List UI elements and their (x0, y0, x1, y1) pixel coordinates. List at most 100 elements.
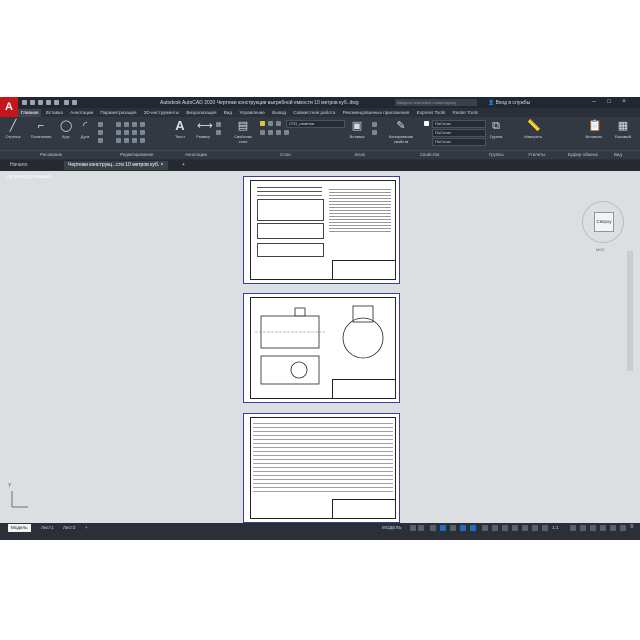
annotation-scale[interactable]: 1:1 (552, 525, 558, 530)
panel-groups-label[interactable]: Группы (489, 152, 504, 157)
panel-view-label[interactable]: Вид (614, 152, 622, 157)
table-icon[interactable] (216, 130, 221, 135)
gizmo-icon[interactable] (542, 525, 548, 531)
layer-match-icon[interactable] (268, 130, 273, 135)
object-snap-icon[interactable] (470, 525, 476, 531)
panel-properties-label[interactable]: Свойства (420, 152, 439, 157)
drawing-sheet-2[interactable] (243, 293, 400, 403)
copy-icon[interactable] (116, 130, 121, 135)
panel-modify-label[interactable]: Редактирование (120, 152, 153, 157)
create-block-icon[interactable] (372, 122, 377, 127)
hardware-acceleration-icon[interactable] (610, 525, 616, 531)
annotation-monitor-icon[interactable] (590, 525, 596, 531)
undo-icon[interactable] (64, 100, 69, 105)
tab-annotate[interactable]: Аннотации (67, 109, 96, 117)
layer-freeze-icon[interactable] (268, 121, 273, 126)
wcs-label[interactable]: МСК (596, 247, 605, 252)
search-input[interactable]: Введите ключевое слово/фразу (395, 99, 477, 106)
start-tab[interactable]: Начало (6, 161, 31, 170)
layer-dropdown[interactable]: СТО_отметки (286, 120, 345, 128)
autocad-logo-icon[interactable]: A (0, 97, 18, 117)
selection-filter-icon[interactable] (532, 525, 538, 531)
array-icon[interactable] (132, 138, 137, 143)
navigation-bar[interactable] (627, 251, 633, 371)
selection-cycling-icon[interactable] (502, 525, 508, 531)
measure-button[interactable]: 📏 Измерить (520, 120, 546, 139)
rectangle-icon[interactable] (98, 122, 103, 127)
model-tab[interactable]: Модель (8, 524, 31, 532)
panel-clipboard-label[interactable]: Буфер обмена (568, 152, 598, 157)
layer-iso-icon[interactable] (260, 130, 265, 135)
3d-osnap-icon[interactable] (512, 525, 518, 531)
text-tool-button[interactable]: A Текст (172, 119, 188, 139)
mirror-icon[interactable] (124, 130, 129, 135)
isodraft-icon[interactable] (450, 525, 456, 531)
tab-view[interactable]: Вид (221, 109, 235, 117)
edit-block-icon[interactable] (372, 130, 377, 135)
layout2-tab[interactable]: Лист2 (60, 524, 79, 532)
tab-home[interactable]: Главная (18, 109, 42, 117)
panel-utilities-label[interactable]: Утилиты (528, 152, 545, 157)
tab-parametric[interactable]: Параметризация (97, 109, 139, 117)
isolate-objects-icon[interactable] (600, 525, 606, 531)
match-properties-button[interactable]: ✎ Копирование свойств (384, 120, 418, 144)
transparency-icon[interactable] (492, 525, 498, 531)
drawing-sheet-1[interactable] (243, 176, 400, 284)
tab-output[interactable]: Вывод (269, 109, 289, 117)
open-file-icon[interactable] (30, 100, 35, 105)
tab-insert[interactable]: Вставка (43, 109, 66, 117)
new-tab-button[interactable]: + (178, 161, 189, 170)
viewcube[interactable]: Сверху (582, 201, 624, 243)
drawing-sheet-3[interactable] (243, 413, 400, 523)
add-layout-button[interactable]: + (82, 524, 91, 532)
layer-previous-icon[interactable] (276, 130, 281, 135)
layer-properties-button[interactable]: ▤ Свойства слоя (232, 120, 254, 144)
annotation-visibility-icon[interactable] (570, 525, 576, 531)
customization-menu-icon[interactable]: ≡ (630, 524, 634, 530)
tab-3d-tools[interactable]: 3D-инструменты (141, 109, 182, 117)
new-file-icon[interactable] (22, 100, 27, 105)
base-view-button[interactable]: ▦ Базовый (612, 120, 634, 139)
fillet-icon[interactable] (132, 130, 137, 135)
workspace-icon[interactable] (580, 525, 586, 531)
close-tab-icon[interactable]: × (161, 162, 164, 168)
minimize-button[interactable]: – (590, 99, 598, 106)
snap-icon[interactable] (418, 525, 424, 531)
panel-annotation-label[interactable]: Аннотации (185, 152, 207, 157)
layer-lock-icon[interactable] (276, 121, 281, 126)
plot-icon[interactable] (54, 100, 59, 105)
move-icon[interactable] (116, 122, 121, 127)
polyline-tool-button[interactable]: ⌐ Полилиния (26, 120, 56, 139)
erase-icon[interactable] (140, 122, 145, 127)
group-button[interactable]: ⧉ Группа (487, 120, 505, 139)
redo-icon[interactable] (72, 100, 77, 105)
lineweight-icon[interactable] (482, 525, 488, 531)
close-button[interactable]: × (620, 99, 628, 106)
panel-draw-label[interactable]: Рисование (40, 152, 62, 157)
polar-icon[interactable] (440, 525, 446, 531)
insert-block-button[interactable]: ▣ Вставка (347, 120, 367, 139)
leader-icon[interactable] (216, 122, 221, 127)
viewcube-top-face[interactable]: Сверху (594, 212, 614, 232)
clean-screen-icon[interactable] (620, 525, 626, 531)
lineweight-dropdown[interactable]: ПоСлою (432, 138, 486, 146)
grid-icon[interactable] (410, 525, 416, 531)
rotate-icon[interactable] (124, 122, 129, 127)
arc-tool-button[interactable]: ◜ Дуга (77, 120, 93, 139)
drawing-canvas[interactable]: [-][Сверху][2D-каркас] Сверху МСК Y (0, 171, 640, 523)
color-swatch-icon[interactable] (424, 121, 429, 126)
save-icon[interactable] (38, 100, 43, 105)
line-tool-button[interactable]: ╱ Отрезок (3, 120, 23, 139)
tab-visualize[interactable]: Визуализация (183, 109, 219, 117)
model-space-toggle[interactable]: МОДЕЛЬ (382, 525, 402, 530)
tab-featured-apps[interactable]: Рекомендованные приложения (340, 109, 413, 117)
explode-icon[interactable] (140, 130, 145, 135)
scale-icon[interactable] (124, 138, 129, 143)
tab-express-tools[interactable]: Express Tools (414, 109, 449, 117)
save-as-icon[interactable] (46, 100, 51, 105)
ortho-icon[interactable] (430, 525, 436, 531)
layer-off-icon[interactable] (284, 130, 289, 135)
maximize-button[interactable]: □ (605, 99, 613, 106)
viewport-controls[interactable]: [-][Сверху][2D-каркас] (6, 174, 51, 179)
paste-button[interactable]: 📋 Вставить (584, 120, 604, 139)
